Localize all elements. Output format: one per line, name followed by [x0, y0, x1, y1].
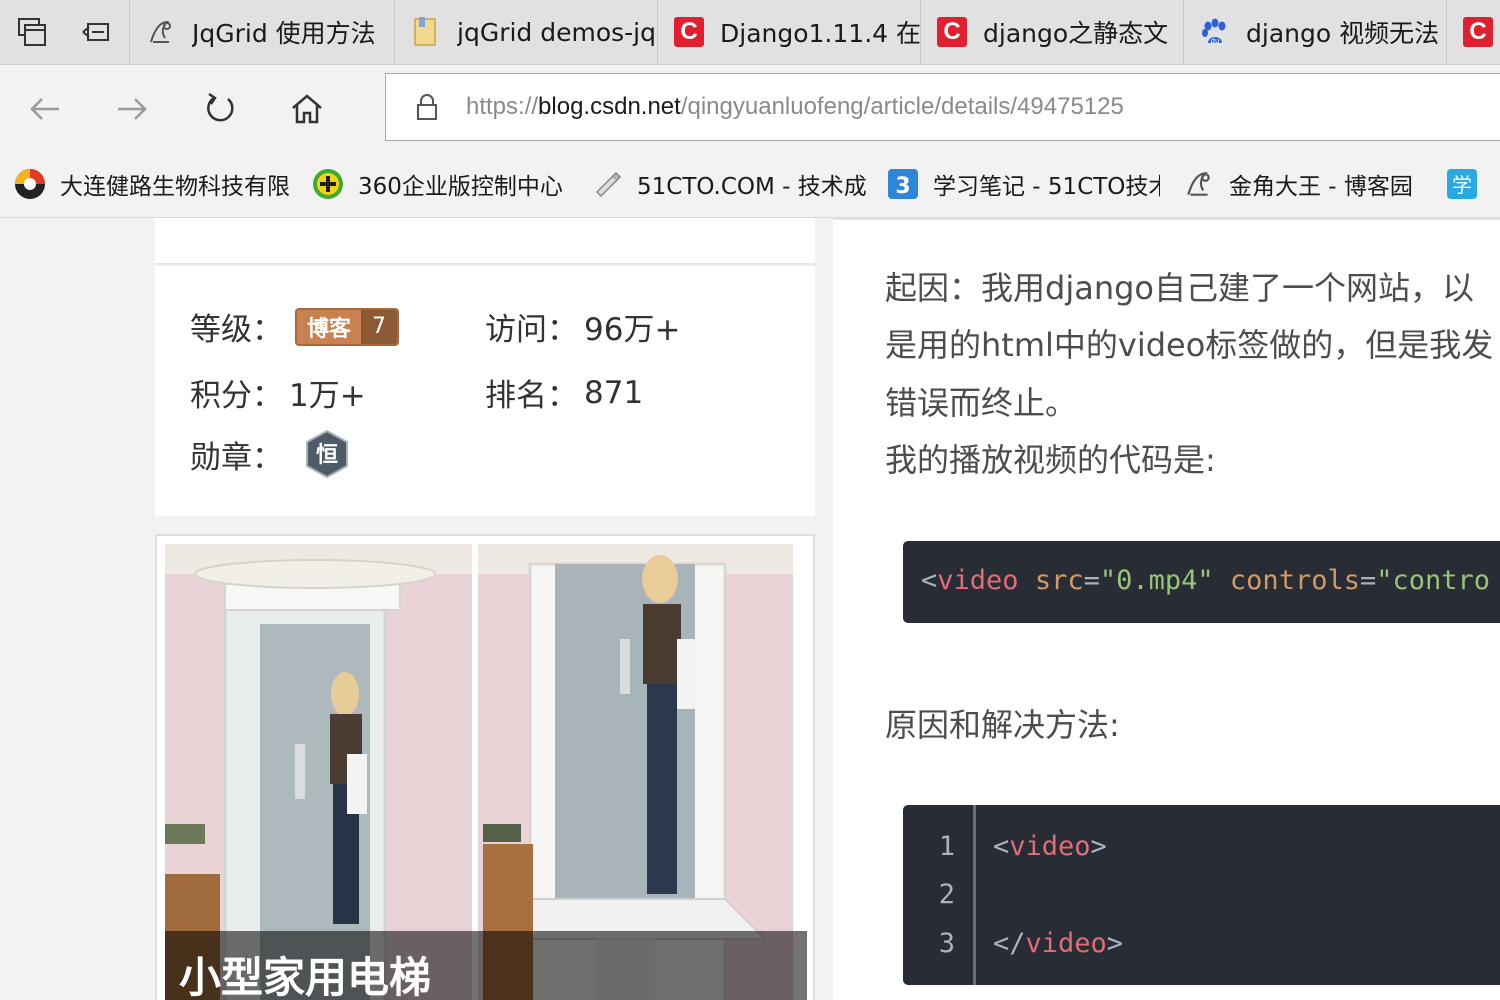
- folder-icon: [411, 17, 441, 47]
- navigation-toolbar: https://blog.csdn.net/qingyuanluofeng/ar…: [0, 65, 1500, 151]
- tab-title: Django1.11.4 在: [720, 19, 920, 48]
- level-badge-text: 博客: [297, 309, 362, 344]
- line-number-gutter: 1 2 3: [903, 805, 976, 985]
- refresh-button[interactable]: [196, 85, 244, 133]
- url-text: https://blog.csdn.net/qingyuanluofeng/ar…: [466, 93, 1124, 121]
- level-label: 等级：: [190, 312, 283, 348]
- level-badge: 博客 7: [295, 307, 400, 346]
- level-stat: 等级： 博客 7: [190, 304, 400, 349]
- section-heading: 原因和解决方法:: [885, 706, 1120, 744]
- csdn-icon: C: [937, 17, 967, 47]
- favorite-51cto[interactable]: 51CTO.COM - 技术成: [591, 151, 866, 217]
- tab-django-static[interactable]: C django之静态文: [920, 0, 1183, 64]
- points-label: 积分：: [190, 378, 283, 414]
- medal-label: 勋章：: [190, 439, 283, 476]
- author-stats-card: 等级： 博客 7 访问： 96万+ 积分： 1万+ 排名： 871 勋章： 恒: [155, 266, 815, 516]
- cnblogs-icon: [146, 17, 176, 47]
- rank-value: 871: [584, 374, 644, 411]
- set-aside-icon: [82, 23, 109, 41]
- favorite-label: 大连健路生物科技有限: [60, 174, 289, 200]
- csdn-icon: C: [1463, 17, 1493, 47]
- svg-text:学: 学: [1452, 173, 1472, 197]
- back-arrow-icon: [30, 98, 59, 120]
- favorite-label: 360企业版控制中心: [358, 174, 563, 200]
- code-block-video-tag[interactable]: <video src="0.mp4" controls="contro: [903, 541, 1500, 623]
- set-tabs-aside-button[interactable]: [64, 0, 128, 64]
- favorite-dalian[interactable]: 大连健路生物科技有限: [14, 151, 289, 217]
- tab-title: django之静态文: [983, 19, 1169, 48]
- visits-label: 访问：: [485, 312, 578, 348]
- number-3-icon: 3: [887, 168, 919, 200]
- lock-icon: [414, 92, 440, 122]
- article-paragraph: 我的播放视频的代码是:: [885, 441, 1216, 479]
- favorites-bar: 大连健路生物科技有限 360企业版控制中心 51CTO.COM - 技术成 3 …: [0, 151, 1500, 218]
- code-line: </video>: [993, 928, 1124, 959]
- ring-logo-icon: [14, 168, 46, 200]
- tab-jqgrid-demos[interactable]: jqGrid demos-jq: [394, 0, 657, 64]
- tab-title: django 视频无法: [1246, 19, 1440, 48]
- code-line: <video>: [993, 831, 1107, 862]
- line-number: 3: [938, 928, 955, 959]
- visits-value: 96万+: [584, 312, 681, 348]
- csdn-icon: C: [674, 17, 704, 47]
- tab-title: JqGrid 使用方法: [192, 19, 376, 48]
- tab-jqgrid-usage[interactable]: JqGrid 使用方法: [129, 0, 394, 64]
- url-path: /qingyuanluofeng/article/details/4947512…: [680, 93, 1124, 120]
- line-number: 1: [938, 831, 955, 862]
- article-body: 起因：我用django自己建了一个网站，以 是用的html中的video标签做的…: [833, 218, 1500, 1000]
- favorite-label: 学习笔记 - 51CTO技术: [933, 174, 1160, 200]
- baidu-paw-icon: du: [1200, 17, 1230, 47]
- profile-card-top: [155, 218, 815, 265]
- url-scheme: https://: [466, 93, 539, 120]
- address-bar[interactable]: https://blog.csdn.net/qingyuanluofeng/ar…: [385, 73, 1500, 141]
- medal-stat: 勋章： 恒: [190, 430, 349, 478]
- svg-text:3: 3: [895, 174, 910, 199]
- medal-badge-icon[interactable]: 恒: [305, 430, 349, 478]
- favorite-partial[interactable]: 学: [1446, 151, 1500, 217]
- tab-title: jqGrid demos-jq: [457, 17, 656, 47]
- visits-stat: 访问： 96万+: [485, 304, 680, 349]
- ad-title: 小型家用电梯: [179, 953, 432, 1000]
- tabs-overview-icon: [18, 18, 46, 46]
- line-number: 2: [938, 879, 955, 910]
- points-stat: 积分： 1万+: [190, 370, 366, 415]
- page-viewport: 等级： 博客 7 访问： 96万+ 积分： 1万+ 排名： 871 勋章： 恒: [0, 218, 1500, 1000]
- favorite-360[interactable]: 360企业版控制中心: [312, 151, 567, 217]
- tab-overview-button[interactable]: [0, 0, 64, 64]
- code-line: <video src="0.mp4" controls="contro: [921, 565, 1491, 596]
- favorite-label: 金角大王 - 博客园: [1229, 174, 1413, 200]
- code-block-solution[interactable]: 1 2 3 <video> </video>: [903, 805, 1500, 985]
- plus-circle-icon: [312, 168, 344, 200]
- back-button[interactable]: [21, 85, 69, 133]
- study-icon: 学: [1446, 168, 1478, 200]
- svg-text:du: du: [1211, 37, 1220, 45]
- article-paragraph: 是用的html中的video标签做的，但是我发: [885, 326, 1494, 364]
- forward-button[interactable]: [108, 85, 156, 133]
- tab-strip: JqGrid 使用方法 jqGrid demos-jq C Django1.11…: [0, 0, 1500, 65]
- tab-partial[interactable]: C: [1446, 0, 1500, 64]
- rank-label: 排名：: [485, 378, 578, 414]
- home-button[interactable]: [283, 85, 331, 133]
- article-paragraph: 错误而终止。: [885, 384, 1078, 422]
- url-host: blog.csdn.net: [538, 93, 681, 120]
- favorite-label: 51CTO.COM - 技术成: [637, 174, 866, 200]
- refresh-icon: [207, 92, 234, 122]
- home-icon: [292, 94, 322, 124]
- pen-icon: [591, 168, 623, 200]
- rank-stat: 排名： 871: [485, 370, 643, 415]
- tab-django1114[interactable]: C Django1.11.4 在: [657, 0, 920, 64]
- advertisement[interactable]: 小型家用电梯: [155, 534, 815, 1000]
- svg-text:恒: 恒: [316, 442, 338, 468]
- forward-arrow-icon: [118, 98, 147, 120]
- favorite-study-notes[interactable]: 3 学习笔记 - 51CTO技术: [887, 151, 1160, 217]
- level-badge-number: 7: [361, 309, 398, 344]
- points-value: 1万+: [289, 378, 366, 414]
- article-paragraph: 起因：我用django自己建了一个网站，以: [885, 269, 1474, 307]
- cnblogs-icon: [1183, 168, 1215, 200]
- favorite-jinjiao[interactable]: 金角大王 - 博客园: [1183, 151, 1428, 217]
- tab-django-video[interactable]: du django 视频无法: [1183, 0, 1446, 64]
